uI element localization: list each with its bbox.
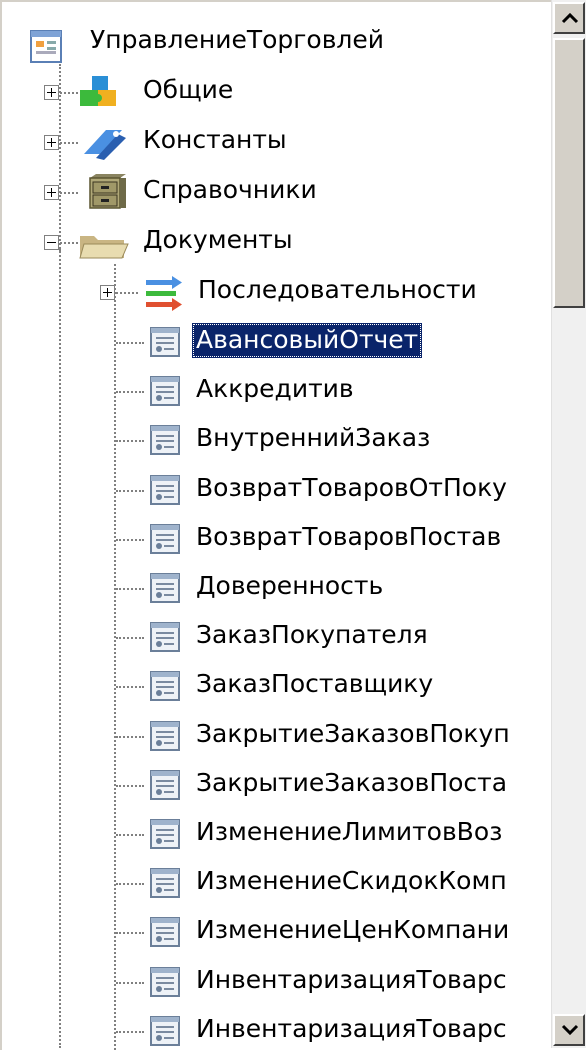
- document-label: ИзменениеЛимитовВоз: [196, 817, 503, 846]
- tree-line: [116, 588, 144, 590]
- expand-icon[interactable]: [44, 135, 59, 150]
- scroll-thumb[interactable]: [553, 38, 585, 308]
- tree-root-label: УправлениеТорговлей: [90, 25, 385, 54]
- metadata-tree[interactable]: УправлениеТорговлей Общие Константы Спра…: [0, 0, 553, 1050]
- document-form-icon: [150, 917, 180, 948]
- document-label: ВозвратТоваровОтПоку: [196, 472, 507, 502]
- document-label: АвансовыйОтчет: [192, 323, 423, 358]
- tree-line: [116, 883, 144, 886]
- document-form-icon: [150, 819, 180, 849]
- tree-line: [116, 440, 144, 443]
- document-item[interactable]: ЗаказПоставщику: [2, 660, 553, 710]
- tree-line: [116, 637, 144, 640]
- document-form-icon: [150, 622, 180, 653]
- tree-line: [116, 538, 144, 541]
- document-form-icon: [150, 1015, 180, 1046]
- sequences-icon: [146, 276, 182, 311]
- document-label: ИзменениеЦенКомпани: [196, 915, 510, 945]
- document-form-icon: [150, 376, 180, 407]
- expand-icon[interactable]: [100, 285, 115, 300]
- document-item[interactable]: ЗаказПокупателя: [2, 611, 553, 661]
- tree-group-constants[interactable]: Константы: [2, 116, 553, 166]
- document-item[interactable]: ИзменениеЛимитовВоз: [2, 808, 553, 858]
- tree-subgroup-label: Последовательности: [198, 275, 477, 304]
- document-item[interactable]: Аккредитив: [2, 365, 553, 415]
- document-item[interactable]: ВозвратТоваровПостав: [2, 513, 553, 563]
- document-item[interactable]: ЗакрытиеЗаказовПоста: [2, 759, 553, 809]
- document-label: ИнвентаризацияТоварс: [196, 1013, 507, 1043]
- document-form-icon: [150, 769, 180, 800]
- tree-group-label: Константы: [143, 125, 287, 154]
- chevron-down-icon: [561, 1024, 579, 1036]
- tree-group-common[interactable]: Общие: [2, 66, 553, 116]
- document-item[interactable]: ВозвратТоваровОтПоку: [2, 464, 553, 514]
- document-form-icon: [150, 573, 180, 603]
- document-item[interactable]: ИнвентаризацияТоварс: [2, 1005, 553, 1050]
- expand-icon[interactable]: [44, 185, 59, 200]
- document-form-icon: [150, 671, 180, 702]
- document-item[interactable]: ЗакрытиеЗаказовПокуп: [2, 710, 553, 760]
- tree-line: [116, 489, 144, 492]
- document-label: ЗакрытиеЗаказовПокуп: [196, 718, 510, 748]
- tree-group-label: Справочники: [143, 175, 317, 204]
- document-label: ВнутреннийЗаказ: [196, 423, 431, 453]
- tree-group-catalogs[interactable]: Справочники: [2, 166, 553, 216]
- document-item[interactable]: ИнвентаризацияТоварс: [2, 956, 553, 1006]
- chevron-up-icon: [561, 12, 579, 24]
- document-form-icon: [150, 474, 180, 505]
- tree-line: [116, 292, 138, 294]
- common-puzzle-icon: [80, 76, 116, 106]
- tree-group-label: Общие: [143, 75, 234, 104]
- document-item[interactable]: ИзменениеЦенКомпани: [2, 906, 553, 956]
- document-item[interactable]: ИзменениеСкидокКомп: [2, 857, 553, 907]
- tree-line: [116, 784, 144, 787]
- tree-line: [116, 1030, 144, 1033]
- tree-line: [116, 686, 144, 689]
- tree-line: [116, 735, 144, 738]
- tree-group-label: Документы: [143, 225, 293, 254]
- document-form-icon: [150, 523, 180, 554]
- configuration-icon: [30, 30, 62, 63]
- tree-line: [116, 981, 144, 984]
- tree-subgroup-sequences[interactable]: Последовательности: [2, 266, 553, 316]
- scroll-down-button[interactable]: [553, 1014, 585, 1046]
- expand-icon[interactable]: [44, 85, 59, 100]
- document-label: ВозвратТоваровПостав: [196, 521, 502, 551]
- document-label: ЗаказПокупателя: [196, 620, 428, 650]
- tree-line: [116, 834, 144, 836]
- document-form-icon: [150, 720, 180, 751]
- constants-icon: [84, 130, 126, 160]
- document-item[interactable]: Доверенность: [2, 562, 553, 612]
- document-form-icon: [150, 425, 180, 456]
- scroll-up-button[interactable]: [553, 2, 585, 34]
- document-label: Аккредитив: [196, 374, 354, 404]
- vertical-scrollbar[interactable]: [551, 0, 586, 1048]
- document-form-icon: [150, 327, 180, 357]
- tree-root[interactable]: УправлениеТорговлей: [2, 16, 553, 66]
- document-label: ИнвентаризацияТоварс: [196, 964, 507, 994]
- catalogs-cabinet-icon: [89, 174, 126, 209]
- tree-line: [60, 192, 78, 194]
- collapse-icon[interactable]: [44, 235, 59, 250]
- document-form-icon: [150, 966, 180, 997]
- document-label: Доверенность: [196, 571, 384, 600]
- document-label: ЗакрытиеЗаказовПоста: [196, 767, 508, 797]
- document-label: ЗаказПоставщику: [196, 669, 434, 699]
- document-item[interactable]: АвансовыйОтчет: [2, 316, 553, 366]
- document-form-icon: [150, 868, 180, 899]
- tree-line: [116, 391, 144, 394]
- document-label: ИзменениеСкидокКомп: [196, 866, 507, 896]
- documents-folder-icon: [79, 236, 129, 259]
- document-item[interactable]: ВнутреннийЗаказ: [2, 414, 553, 464]
- tree-line: [116, 342, 144, 344]
- tree-group-documents[interactable]: Документы: [2, 216, 553, 266]
- tree-line: [116, 932, 144, 935]
